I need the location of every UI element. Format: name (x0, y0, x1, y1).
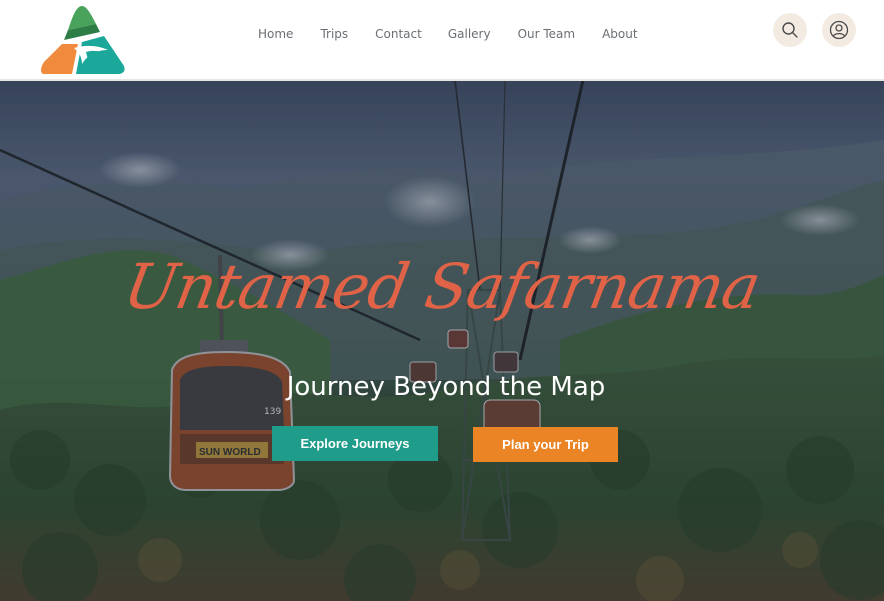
header-divider (0, 79, 884, 81)
hero-section: 139 SUN WORLD Untamed Safarnama Journey … (0, 80, 884, 601)
hero-script-title: Untamed Safarnama (118, 250, 766, 323)
main-nav: Home Trips Contact Gallery Our Team Abou… (258, 25, 638, 43)
user-account-button[interactable] (822, 13, 856, 47)
nav-link-gallery[interactable]: Gallery (448, 25, 491, 43)
search-icon (782, 22, 798, 38)
explore-journeys-button[interactable]: Explore Journeys (272, 426, 438, 461)
nav-link-about[interactable]: About (602, 25, 637, 43)
nav-link-our-team[interactable]: Our Team (518, 25, 576, 43)
site-header: Home Trips Contact Gallery Our Team Abou… (0, 0, 884, 81)
plan-your-trip-button[interactable]: Plan your Trip (473, 427, 618, 462)
hero-overlay (0, 80, 884, 601)
search-button[interactable] (773, 13, 807, 47)
site-logo[interactable] (38, 4, 126, 76)
nav-link-contact[interactable]: Contact (375, 25, 422, 43)
nav-link-trips[interactable]: Trips (320, 25, 348, 43)
triangle-mountain-logo-icon (41, 6, 125, 74)
hero-subtitle: Journey Beyond the Map (286, 372, 606, 402)
user-circle-icon (829, 20, 849, 40)
nav-link-home[interactable]: Home (258, 25, 293, 43)
